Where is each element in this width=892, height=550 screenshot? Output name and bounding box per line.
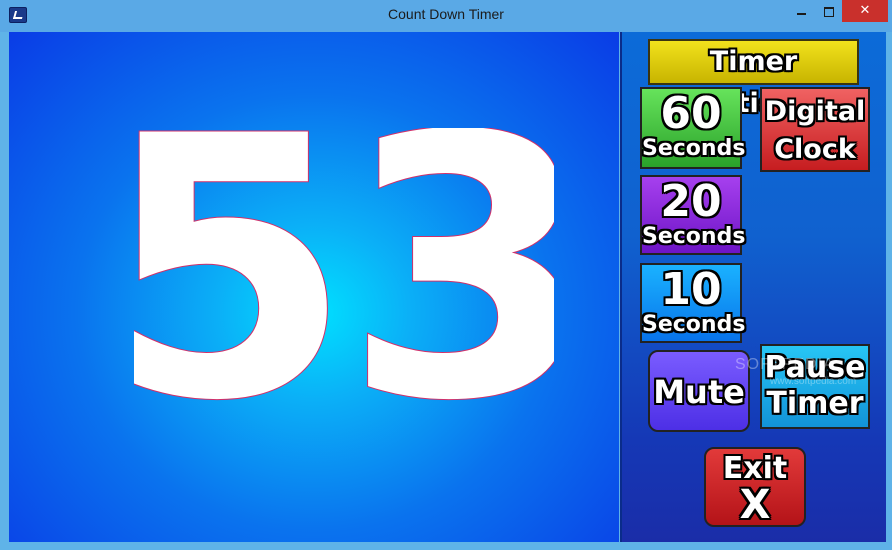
maximize-icon [824,7,834,17]
digital-clock-button[interactable]: Digital Clock [760,87,870,172]
timer-options-button[interactable]: Timer Options [648,39,859,119]
window-title: Count Down Timer [388,6,504,22]
ten-seconds-button[interactable]: 10 Seconds [640,263,746,343]
countdown-digits: 53 [101,59,596,480]
timer-options-panel: Timer Options 60 Seconds Digital Clock 2… [620,32,886,542]
digital-clock-line1: Digital [764,96,866,127]
sixty-seconds-unit: Seconds [642,136,746,161]
countdown-display-panel: 53 [9,32,619,542]
maximize-button[interactable] [818,0,840,22]
exit-label: Exit [722,451,788,486]
countdown-number: 53 [9,59,624,480]
minimize-icon [796,13,806,15]
close-button[interactable]: ✕ [842,0,888,22]
twenty-seconds-button[interactable]: 20 Seconds [640,175,746,255]
exit-x-icon: X [739,482,771,528]
title-bar: Count Down Timer ✕ [0,0,892,32]
twenty-seconds-unit: Seconds [642,224,746,249]
sixty-seconds-number: 60 [660,88,722,139]
twenty-seconds-number: 20 [660,176,722,227]
countdown-value: 53 [134,128,554,428]
softpedia-watermark: SOFTPEDIA [735,356,835,373]
window-bottom-border [0,542,892,550]
minimize-button[interactable] [790,0,812,22]
sixty-seconds-button[interactable]: 60 Seconds [640,87,746,169]
ten-seconds-number: 10 [660,264,722,315]
pause-timer-line2: Timer [766,386,864,421]
digital-clock-line2: Clock [774,134,856,165]
close-icon: ✕ [859,3,871,18]
exit-button[interactable]: Exit X [704,447,806,527]
ten-seconds-unit: Seconds [642,312,746,337]
softpedia-watermark-url: www.softpedia.com [770,376,857,387]
